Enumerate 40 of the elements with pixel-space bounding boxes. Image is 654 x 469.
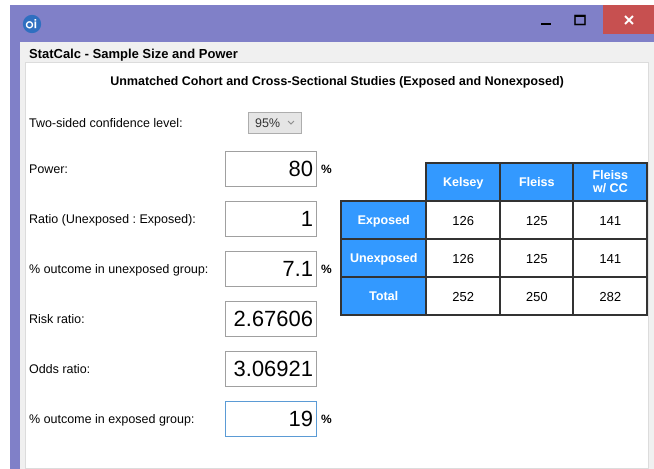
field-label: Power: (29, 162, 69, 176)
table-cell: 141 (573, 239, 647, 277)
unit-label: % (321, 262, 332, 276)
column-header: Kelsey (426, 163, 500, 201)
input-field[interactable]: 19 (225, 401, 317, 437)
table-cell: 141 (573, 201, 647, 239)
table-cell: 126 (426, 239, 500, 277)
chevron-down-icon (287, 120, 296, 126)
unit-label: % (321, 412, 332, 426)
field-label: Odds ratio: (29, 362, 92, 376)
close-button[interactable] (603, 5, 654, 34)
input-field[interactable]: 3.06921 (225, 351, 317, 387)
minimize-icon (541, 22, 551, 24)
close-icon (622, 14, 634, 26)
column-header: Fleiss (500, 163, 574, 201)
window-title: StatCalc - Sample Size and Power (28, 46, 239, 62)
field-label: Ratio (Unexposed : Exposed): (29, 212, 197, 226)
input-field[interactable]: 80 (225, 151, 317, 187)
table-cell: 125 (500, 201, 574, 239)
table-cell: 252 (426, 277, 500, 315)
table-cell: 126 (426, 201, 500, 239)
row-header: Exposed (340, 201, 426, 239)
confidence-dropdown[interactable]: 95% (248, 112, 302, 134)
field-label: % outcome in exposed group: (29, 412, 196, 426)
field-label: % outcome in unexposed group: (29, 262, 210, 276)
row-header: Total (340, 277, 426, 315)
column-header: Fleiss w/ CC (573, 163, 647, 201)
field-label: Two-sided confidence level: (29, 116, 184, 130)
input-field[interactable]: 2.67606 (225, 301, 317, 337)
form-heading: Unmatched Cohort and Cross-Sectional Studies (Exposed and Nonexposed) (109, 74, 565, 90)
table-cell: 282 (573, 277, 647, 315)
input-field[interactable]: 7.1 (225, 251, 317, 287)
table-cell: 250 (500, 277, 574, 315)
maximize-icon (574, 14, 586, 26)
unit-label: % (321, 162, 332, 176)
input-field[interactable]: 1 (225, 201, 317, 237)
table-cell: 125 (500, 239, 574, 277)
row-header: Unexposed (340, 239, 426, 277)
app-icon (22, 14, 42, 34)
field-label: Risk ratio: (29, 312, 86, 326)
